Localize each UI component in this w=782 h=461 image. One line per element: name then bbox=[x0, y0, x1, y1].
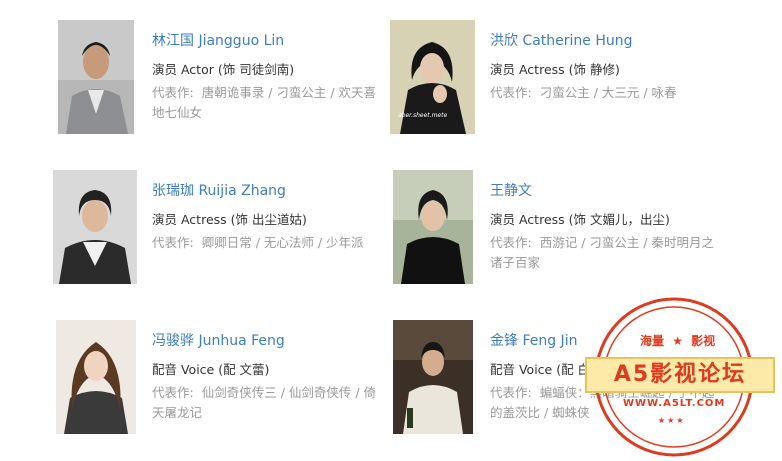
representative-works: 代表作: 西游记 / 刁蛮公主 / 秦时明月之 诸子百家 bbox=[490, 233, 730, 273]
representative-works: 代表作: 刁蛮公主 / 大三元 / 咏春 bbox=[490, 83, 730, 103]
works-label: 代表作: bbox=[490, 85, 532, 100]
watermark-top-text: 海量 ★ 影视 bbox=[640, 332, 715, 349]
actor-name-link[interactable]: 王静文 bbox=[490, 180, 532, 200]
works-label: 代表作: bbox=[490, 235, 532, 250]
works-label: 代表作: bbox=[152, 235, 194, 250]
works-line[interactable]: 仙剑奇侠传三 / 仙剑奇侠传 / 倚 bbox=[202, 385, 376, 400]
works-line[interactable]: 唐朝诡事录 / 刁蛮公主 / 欢天喜 bbox=[202, 85, 376, 100]
actor-name-link[interactable]: 洪欣 Catherine Hung bbox=[490, 30, 633, 50]
representative-works: 代表作: 仙剑奇侠传三 / 仙剑奇侠传 / 倚 天屠龙记 bbox=[152, 383, 392, 423]
actor-role: 配音 Voice (配 文蕾) bbox=[152, 362, 270, 377]
actor-role: 演员 Actor (饰 司徒剑南) bbox=[152, 62, 295, 77]
actor-role: 演员 Actress (饰 静修) bbox=[490, 62, 620, 77]
works-line[interactable]: 地七仙女 bbox=[152, 103, 392, 123]
representative-works: 代表作: 卿卿日常 / 无心法师 / 少年派 bbox=[152, 233, 392, 253]
works-label: 代表作: bbox=[152, 385, 194, 400]
works-line[interactable]: 卿卿日常 / 无心法师 / 少年派 bbox=[202, 235, 364, 250]
representative-works: 代表作: 唐朝诡事录 / 刁蛮公主 / 欢天喜 地七仙女 bbox=[152, 83, 392, 123]
actor-name-link[interactable]: 林江国 Jiangguo Lin bbox=[152, 30, 284, 50]
watermark-url: WWW.A5LT.COM bbox=[623, 398, 726, 409]
photo-caption: aber.sheet.mete bbox=[398, 112, 448, 119]
watermark-brand: A5影视论坛 bbox=[585, 357, 775, 393]
works-line[interactable]: 天屠龙记 bbox=[152, 403, 392, 423]
works-line[interactable]: 西游记 / 刁蛮公主 / 秦时明月之 bbox=[540, 235, 714, 250]
actor-role: 演员 Actress (饰 出尘道姑) bbox=[152, 212, 307, 227]
actor-photo[interactable]: aber.sheet.mete bbox=[390, 20, 475, 134]
actor-name-link[interactable]: 金锋 Feng Jin bbox=[490, 330, 577, 350]
star-icon: ★ bbox=[672, 334, 683, 348]
actor-name-link[interactable]: 张瑞珈 Ruijia Zhang bbox=[152, 180, 286, 200]
stars-icon: ★★★ bbox=[658, 416, 686, 425]
watermark-top-left: 海量 bbox=[640, 334, 665, 348]
actor-photo[interactable] bbox=[56, 320, 136, 434]
actor-role: 演员 Actress (饰 文媚儿，出尘) bbox=[490, 212, 670, 227]
works-label: 代表作: bbox=[490, 385, 532, 400]
works-line[interactable]: 刁蛮公主 / 大三元 / 咏春 bbox=[540, 85, 677, 100]
actor-photo[interactable] bbox=[58, 20, 134, 134]
actor-name-link[interactable]: 冯骏骅 Junhua Feng bbox=[152, 330, 285, 350]
actor-photo[interactable] bbox=[393, 170, 473, 284]
watermark-top-right: 影视 bbox=[691, 334, 716, 348]
works-line[interactable]: 诸子百家 bbox=[490, 253, 730, 273]
actor-photo[interactable] bbox=[53, 170, 137, 284]
works-label: 代表作: bbox=[152, 85, 194, 100]
actor-photo[interactable] bbox=[393, 320, 473, 434]
